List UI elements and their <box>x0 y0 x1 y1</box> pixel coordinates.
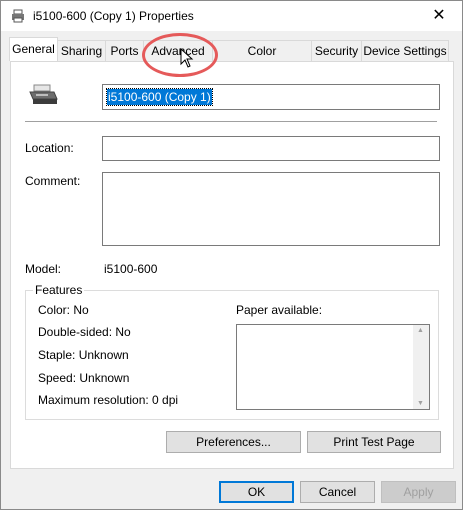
print-test-page-button[interactable]: Print Test Page <box>307 431 441 453</box>
feature-max-resolution: Maximum resolution: 0 dpi <box>38 393 179 407</box>
paper-list-scrollbar[interactable]: ▲ ▼ <box>413 325 429 409</box>
tab-ports[interactable]: Ports <box>105 40 144 61</box>
tab-sharing[interactable]: Sharing <box>57 40 106 61</box>
location-field[interactable] <box>102 136 440 161</box>
feature-speed: Speed: Unknown <box>38 371 130 385</box>
feature-staple: Staple: Unknown <box>38 348 129 362</box>
title-bar: i5100-600 (Copy 1) Properties ✕ <box>1 1 462 31</box>
scroll-up-icon[interactable]: ▲ <box>417 327 424 334</box>
location-label: Location: <box>25 141 74 155</box>
comment-field[interactable] <box>102 172 440 246</box>
tab-device-settings[interactable]: Device Settings <box>361 40 449 61</box>
tab-color-management[interactable]: Color Management <box>212 40 312 78</box>
properties-dialog: i5100-600 (Copy 1) Properties ✕ General … <box>0 0 463 510</box>
preferences-button[interactable]: Preferences... <box>166 431 301 453</box>
cancel-button[interactable]: Cancel <box>300 481 375 503</box>
paper-available-list[interactable]: ▲ ▼ <box>236 324 430 410</box>
printer-icon <box>29 84 58 104</box>
model-value: i5100-600 <box>104 262 158 276</box>
paper-available-label: Paper available: <box>236 303 323 317</box>
printer-name-value: i5100-600 (Copy 1) <box>106 88 213 106</box>
scroll-down-icon[interactable]: ▼ <box>417 400 424 407</box>
close-button[interactable]: ✕ <box>416 1 462 31</box>
tab-security[interactable]: Security <box>311 40 362 61</box>
general-tab-panel: i5100-600 (Copy 1) Location: Comment: Mo… <box>10 61 454 469</box>
close-icon: ✕ <box>432 7 446 24</box>
printer-name-field[interactable]: i5100-600 (Copy 1) <box>102 84 440 110</box>
tab-general[interactable]: General <box>9 37 58 61</box>
apply-button[interactable]: Apply <box>381 481 456 503</box>
window-title: i5100-600 (Copy 1) Properties <box>33 9 194 23</box>
feature-color: Color: No <box>38 303 89 317</box>
printer-icon <box>12 9 24 23</box>
model-label: Model: <box>25 262 62 276</box>
feature-double-sided: Double-sided: No <box>38 325 131 339</box>
ok-button[interactable]: OK <box>219 481 294 503</box>
divider <box>25 121 437 122</box>
tab-strip: General Sharing Ports Advanced Color Man… <box>1 35 462 78</box>
features-title: Features <box>33 283 85 297</box>
mouse-pointer-icon <box>180 48 194 68</box>
comment-label: Comment: <box>25 174 81 188</box>
